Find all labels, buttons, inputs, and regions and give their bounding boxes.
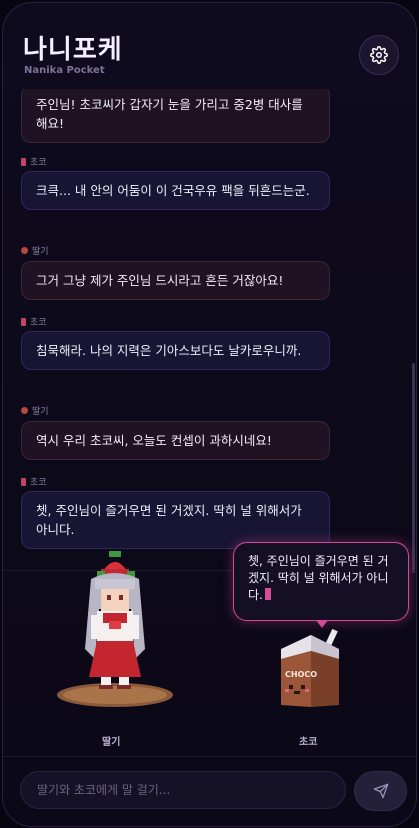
strawberry-avatar-icon xyxy=(21,407,28,414)
chat-scrollbar[interactable] xyxy=(412,363,415,573)
message-sender: 초코 xyxy=(21,155,47,168)
sender-name: 초코 xyxy=(30,318,47,328)
message-text: 쳇, 주인님이 즐거우면 된 거겠지. 딱히 널 위해서가 아니다. xyxy=(36,503,302,537)
message-sender: 딸기 xyxy=(21,244,49,257)
carton-label: CHOCO xyxy=(285,670,317,679)
sender-name: 초코 xyxy=(30,478,47,488)
speech-bubble-tail xyxy=(316,620,328,628)
send-icon xyxy=(373,783,388,799)
chat-log[interactable]: 주인님! 초코씨가 갑자기 눈을 가리고 중2병 대사를 해요! 초코 크큭..… xyxy=(3,89,407,571)
header: 나니포케 Nanika Pocket xyxy=(3,3,416,95)
choco-avatar-icon xyxy=(21,477,26,486)
strawberry-avatar-icon xyxy=(21,247,28,254)
choco-avatar-icon xyxy=(21,157,26,166)
typing-cursor xyxy=(264,588,271,600)
chat-message-choco: 침묵해라. 나의 지력은 기아스보다도 날카로우니까. xyxy=(21,331,330,370)
settings-button[interactable] xyxy=(359,35,399,75)
app-title: 나니포케 xyxy=(23,35,123,65)
chat-message-ddalgi: 그거 그냥 제가 주인님 드시라고 흔든 거잖아요! xyxy=(21,261,330,300)
input-bar xyxy=(3,756,416,826)
send-button[interactable] xyxy=(354,771,407,811)
gear-icon xyxy=(370,46,388,64)
character-name-choco: 초코 xyxy=(299,737,318,748)
character-name-ddalgi: 딸기 xyxy=(102,737,121,748)
chat-message-choco: 크큭... 내 안의 어둠이 이 건국우유 팩을 뒤흔드는군. xyxy=(21,171,330,210)
choco-character[interactable]: CHOCO xyxy=(273,629,349,711)
chat-message-choco: 쳇, 주인님이 즐거우면 된 거겠지. 딱히 널 위해서가 아니다. xyxy=(21,491,330,549)
chat-message-ddalgi: 주인님! 초코씨가 갑자기 눈을 가리고 중2병 대사를 해요! xyxy=(21,89,330,143)
message-text: 주인님! 초코씨가 갑자기 눈을 가리고 중2병 대사를 해요! xyxy=(36,97,303,131)
sender-name: 초코 xyxy=(30,158,47,168)
ddalgi-character[interactable] xyxy=(51,549,181,719)
message-text: 역시 우리 초코씨, 오늘도 컨셉이 과하시네요! xyxy=(36,433,272,448)
message-sender: 초코 xyxy=(21,475,47,488)
sender-name: 딸기 xyxy=(32,407,49,417)
message-sender: 초코 xyxy=(21,315,47,328)
message-input[interactable] xyxy=(20,771,346,809)
message-sender: 딸기 xyxy=(21,404,49,417)
app-window: 나니포케 Nanika Pocket 주인님! 초코씨가 갑자기 눈을 가리고 … xyxy=(2,2,417,827)
speech-bubble: 쳇, 주인님이 즐거우면 된 거겠지. 딱히 널 위해서가 아니다. xyxy=(233,542,409,621)
chat-message-ddalgi: 역시 우리 초코씨, 오늘도 컨셉이 과하시네요! xyxy=(21,421,330,460)
message-text: 침묵해라. 나의 지력은 기아스보다도 날카로우니까. xyxy=(36,343,302,358)
message-text: 그거 그냥 제가 주인님 드시라고 흔든 거잖아요! xyxy=(36,273,284,288)
message-text: 크큭... 내 안의 어둠이 이 건국우유 팩을 뒤흔드는군. xyxy=(36,183,310,198)
app-subtitle: Nanika Pocket xyxy=(24,65,105,76)
sender-name: 딸기 xyxy=(32,247,49,257)
choco-avatar-icon xyxy=(21,317,26,326)
